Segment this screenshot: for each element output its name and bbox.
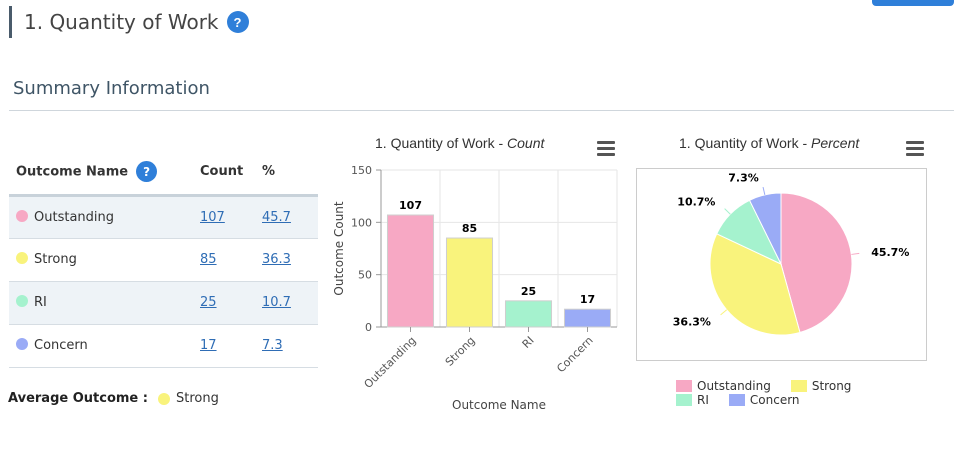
- pie-data-label: 36.3%: [673, 315, 711, 328]
- percent-link[interactable]: 45.7: [262, 210, 291, 225]
- x-tick-label: RI: [520, 334, 537, 351]
- percent-link[interactable]: 36.3: [262, 252, 291, 267]
- pie-chart-title-italic: Percent: [811, 135, 860, 151]
- legend-swatch: [728, 394, 745, 406]
- count-link[interactable]: 107: [200, 210, 225, 225]
- pie-data-label: 7.3%: [728, 171, 759, 184]
- pie-chart-menu-icon[interactable]: [906, 141, 924, 157]
- legend-item[interactable]: RI: [676, 393, 709, 407]
- bar-outstanding: [386, 214, 435, 328]
- legend-label: Concern: [749, 393, 800, 407]
- legend-item[interactable]: Strong: [790, 379, 852, 393]
- outcome-name: Outstanding: [34, 209, 114, 225]
- count-link[interactable]: 25: [200, 295, 217, 310]
- header-percent: %: [262, 150, 318, 197]
- page-title: 1. Quantity of Work: [24, 10, 219, 34]
- legend-label: RI: [697, 393, 709, 407]
- bar-strong: [445, 237, 494, 328]
- header-outcome-name-label: Outcome Name: [16, 164, 129, 180]
- pie-chart-title-text: 1. Quantity of Work -: [679, 135, 812, 151]
- x-tick-label: Strong: [443, 334, 478, 369]
- x-tick-label: Outstanding: [362, 334, 419, 391]
- legend-swatch: [790, 380, 807, 392]
- bar-chart-title: 1. Quantity of Work - Count: [375, 135, 544, 151]
- outcome-name: RI: [34, 295, 47, 310]
- header-outcome-name: Outcome Name?: [9, 150, 200, 197]
- average-outcome-value: Strong: [175, 391, 219, 406]
- table-header-row: Outcome Name? Count %: [9, 150, 318, 197]
- color-dot-icon: [16, 295, 28, 307]
- header-count: Count: [200, 150, 262, 197]
- color-dot-icon: [16, 252, 28, 264]
- x-axis-title: Outcome Name: [452, 398, 546, 412]
- bar-value-label: 25: [521, 285, 536, 298]
- bar-ri: [504, 300, 553, 328]
- help-icon[interactable]: ?: [226, 11, 249, 33]
- pie-data-label: 10.7%: [677, 196, 715, 209]
- table-row: RI 25 10.7: [9, 281, 318, 325]
- bar-chart-title-text: 1. Quantity of Work -: [375, 135, 508, 151]
- legend-swatch: [676, 394, 692, 406]
- outcome-name: Strong: [34, 252, 77, 267]
- section-divider: [9, 110, 954, 111]
- average-outcome-label: Average Outcome :: [8, 391, 148, 406]
- bar-value-label: 107: [399, 199, 422, 212]
- section-title: Summary Information: [13, 78, 210, 99]
- legend-item[interactable]: Concern: [728, 393, 800, 407]
- color-dot-icon: [16, 209, 28, 222]
- pie-data-label: 45.7%: [871, 246, 909, 259]
- pie-chart-legend: Outstanding Strong RI Concern: [676, 379, 916, 407]
- y-tick-label: 0: [365, 321, 372, 334]
- outcome-name: Concern: [34, 338, 88, 353]
- legend-label: Outstanding: [697, 379, 771, 393]
- bar-value-label: 85: [462, 222, 477, 235]
- pie-chart-title: 1. Quantity of Work - Percent: [679, 135, 859, 151]
- color-dot-icon: [157, 392, 170, 405]
- bar-concern: [563, 308, 612, 328]
- legend-label: Strong: [811, 379, 852, 393]
- y-axis-title: Outcome Count: [332, 201, 346, 296]
- bar-chart-title-italic: Count: [507, 135, 545, 151]
- y-tick-label: 50: [358, 269, 372, 282]
- bar-value-label: 17: [580, 293, 595, 306]
- count-link[interactable]: 85: [200, 252, 217, 267]
- percent-link[interactable]: 10.7: [262, 295, 291, 310]
- color-dot-icon: [16, 338, 28, 350]
- table-row: Strong 85 36.3: [9, 238, 318, 282]
- top-action-button[interactable]: [872, 0, 954, 6]
- count-link[interactable]: 17: [200, 338, 217, 353]
- table-row: Concern 17 7.3: [9, 324, 318, 368]
- x-tick-label: Concern: [554, 334, 595, 375]
- table-row: Outstanding 107 45.7: [9, 195, 318, 239]
- bar-chart: 0 50 100 150 107 Outstanding 85 Strong 25 RI 17 Con…: [332, 164, 618, 412]
- legend-item[interactable]: Outstanding: [676, 379, 771, 393]
- percent-link[interactable]: 7.3: [262, 338, 283, 353]
- outcome-table: Outcome Name? Count % Outstanding 107 45…: [9, 150, 318, 368]
- legend-swatch: [676, 380, 692, 392]
- page-header: 1. Quantity of Work ?: [9, 6, 249, 38]
- y-tick-label: 100: [351, 216, 372, 229]
- average-outcome: Average Outcome : Strong: [8, 391, 219, 406]
- pie-chart: 45.7% 36.3% 10.7% 7.3%: [636, 168, 927, 361]
- help-icon[interactable]: ?: [136, 161, 158, 183]
- y-tick-label: 150: [351, 164, 372, 177]
